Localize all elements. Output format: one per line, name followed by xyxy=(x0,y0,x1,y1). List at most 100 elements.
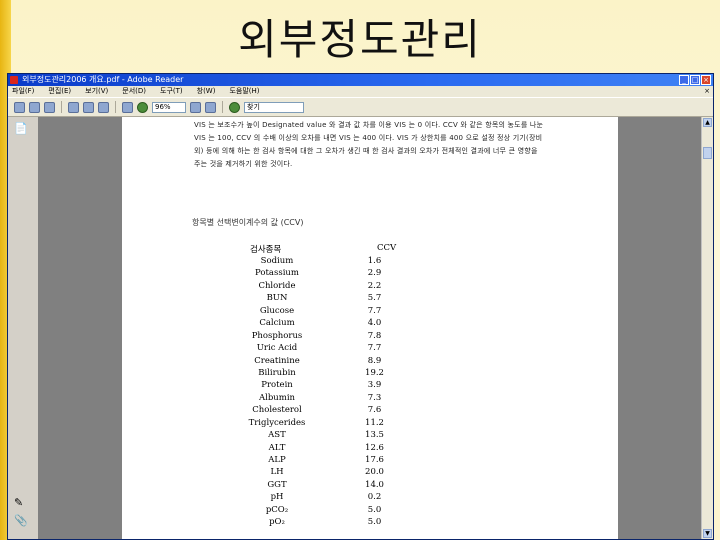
column-header-ccv: CCV xyxy=(377,243,397,253)
ccv-value-cell: 3.9 xyxy=(367,380,382,391)
minimize-button[interactable]: _ xyxy=(679,75,689,85)
paperclip-icon[interactable]: 📎 xyxy=(14,515,28,527)
ccv-value-cell: 5.0 xyxy=(367,517,382,528)
table-row: ALT 12.6 xyxy=(222,442,422,454)
zoom-in-icon[interactable] xyxy=(137,101,148,113)
table-row: pH 0.2 xyxy=(222,491,422,503)
test-name-cell: pH xyxy=(270,492,284,503)
ccv-value-cell: 4.0 xyxy=(367,318,382,329)
menu-edit[interactable]: 편집(E) xyxy=(48,86,71,97)
ccv-value-cell: 7.7 xyxy=(367,343,382,354)
help-icon[interactable] xyxy=(229,101,240,113)
body-paragraph: VIS 는 보조수가 높이 Designated value 와 결과 값 차를… xyxy=(194,121,544,168)
column-header-test: 검사종목 xyxy=(250,245,282,255)
table-row: Triglycerides 11.2 xyxy=(222,417,422,429)
hand-tool-icon[interactable] xyxy=(68,101,79,113)
toolbar-divider xyxy=(61,101,62,113)
test-name-cell: Calcium xyxy=(259,318,295,329)
vertical-scrollbar[interactable]: ▲ ▼ xyxy=(701,117,713,539)
test-name-cell: Chloride xyxy=(258,280,296,291)
table-row: Calcium 4.0 xyxy=(222,317,422,329)
table-row: Cholesterol 7.6 xyxy=(222,404,422,416)
menu-view[interactable]: 보기(V) xyxy=(85,86,108,97)
ccv-value-cell: 2.2 xyxy=(367,280,382,291)
test-name-cell: BUN xyxy=(266,293,288,304)
maximize-button[interactable]: □ xyxy=(690,75,700,85)
document-close-button[interactable]: × xyxy=(704,86,710,97)
menu-window[interactable]: 창(W) xyxy=(197,86,216,97)
table-row: Chloride 2.2 xyxy=(222,280,422,292)
test-name-cell: Albumin xyxy=(258,392,296,403)
test-name-cell: ALT xyxy=(268,442,286,453)
ccv-table: Sodium 1.6 Potassium 2.9 Chloride 2.2 BUN 5.7 Gl… xyxy=(222,255,422,529)
ccv-value-cell: 20.0 xyxy=(365,467,384,478)
test-name-cell: Cholesterol xyxy=(252,405,302,416)
menu-document[interactable]: 문서(D) xyxy=(122,86,146,97)
fit-width-icon[interactable] xyxy=(205,101,216,113)
menu-file[interactable]: 파일(F) xyxy=(12,86,34,97)
test-name-cell: Protein xyxy=(261,380,293,391)
acrobat-icon xyxy=(10,76,18,84)
scroll-down-icon[interactable]: ▼ xyxy=(703,529,712,538)
attachment-icon[interactable]: ✎ xyxy=(14,497,26,509)
test-name-cell: Sodium xyxy=(260,256,294,266)
test-name-cell: GGT xyxy=(267,479,287,490)
table-row: pO₂ 5.0 xyxy=(222,516,422,528)
window-title: 외부정도관리2006 개요.pdf - Adobe Reader xyxy=(22,75,184,84)
ccv-value-cell: 14.0 xyxy=(365,479,384,490)
ccv-value-cell: 11.2 xyxy=(365,417,384,428)
table-row: Potassium 2.9 xyxy=(222,267,422,279)
slide-title: 외부정도관리 xyxy=(238,15,482,64)
test-name-cell: Potassium xyxy=(255,268,299,279)
ccv-value-cell: 7.7 xyxy=(367,305,382,316)
find-input[interactable]: 찾기 xyxy=(244,101,304,113)
ccv-value-cell: 13.5 xyxy=(365,430,384,441)
ccv-value-cell: 17.6 xyxy=(365,455,384,465)
ccv-value-cell: 19.2 xyxy=(365,367,384,378)
menu-bar: 파일(F) 편집(E) 보기(V) 문서(D) 도구(T) 창(W) 도움말(H… xyxy=(8,86,713,97)
ccv-value-cell: 7.6 xyxy=(367,405,382,416)
zoom-field[interactable]: 96% xyxy=(152,101,186,113)
scroll-up-icon[interactable]: ▲ xyxy=(703,118,712,127)
zoom-out-icon[interactable] xyxy=(122,101,133,113)
save-icon[interactable] xyxy=(14,101,25,113)
table-row: Phosphorus 7.8 xyxy=(222,330,422,342)
test-name-cell: pCO₂ xyxy=(265,504,289,515)
toolbar-divider xyxy=(115,101,116,113)
fit-page-icon[interactable] xyxy=(190,101,201,113)
document-viewport: VIS 는 보조수가 높이 Designated value 와 결과 값 차를… xyxy=(39,117,702,539)
test-name-cell: AST xyxy=(268,430,286,441)
ccv-value-cell: 5.7 xyxy=(367,293,382,304)
close-button[interactable]: × xyxy=(701,75,711,85)
print-icon[interactable] xyxy=(29,101,40,113)
table-row: ALP 17.6 xyxy=(222,454,422,466)
pages-icon[interactable]: 📄 xyxy=(14,123,28,135)
table-row: pCO₂ 5.0 xyxy=(222,504,422,516)
test-name-cell: LH xyxy=(270,467,284,478)
toolbar-divider xyxy=(222,101,223,113)
table-row: AST 13.5 xyxy=(222,429,422,441)
ccv-value-cell: 8.9 xyxy=(367,355,382,366)
select-tool-icon[interactable] xyxy=(83,101,94,113)
test-name-cell: Uric Acid xyxy=(256,343,298,354)
window-titlebar[interactable]: 외부정도관리2006 개요.pdf - Adobe Reader _ □ × xyxy=(8,74,713,86)
table-row: Sodium 1.6 xyxy=(222,255,422,267)
table-row: Uric Acid 7.7 xyxy=(222,342,422,354)
menu-tools[interactable]: 도구(T) xyxy=(160,86,183,97)
table-row: BUN 5.7 xyxy=(222,292,422,304)
menu-help[interactable]: 도움말(H) xyxy=(229,86,259,97)
table-row: LH 20.0 xyxy=(222,466,422,478)
snapshot-icon[interactable] xyxy=(98,101,109,113)
scroll-thumb[interactable] xyxy=(703,147,712,159)
ccv-value-cell: 5.0 xyxy=(367,504,382,515)
test-name-cell: Triglycerides xyxy=(248,417,306,428)
table-row: GGT 14.0 xyxy=(222,479,422,491)
table-row: Glucose 7.7 xyxy=(222,305,422,317)
email-icon[interactable] xyxy=(44,101,55,113)
reader-window: 외부정도관리2006 개요.pdf - Adobe Reader _ □ × 파… xyxy=(7,73,714,540)
test-name-cell: ALP xyxy=(268,455,286,465)
pdf-page: VIS 는 보조수가 높이 Designated value 와 결과 값 차를… xyxy=(122,117,618,539)
table-row: Creatinine 8.9 xyxy=(222,355,422,367)
navigation-pane: 📄 ✎ 📎 xyxy=(8,117,39,539)
test-name-cell: pO₂ xyxy=(269,517,285,528)
